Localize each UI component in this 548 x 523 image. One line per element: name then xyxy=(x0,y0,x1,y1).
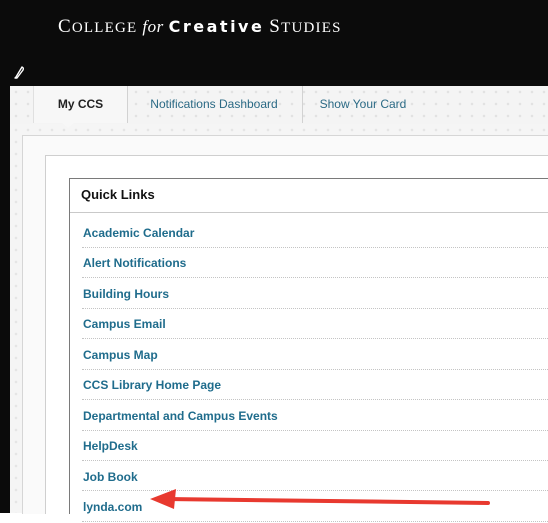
link-campus-email[interactable]: Campus Email xyxy=(83,317,166,331)
link-lynda-com[interactable]: lynda.com xyxy=(83,500,142,514)
tab-bar: My CCS Notifications Dashboard Show Your… xyxy=(10,86,548,124)
list-item: Academic Calendar xyxy=(82,218,548,248)
window-frame-left xyxy=(0,0,10,513)
logo-creative: Creative xyxy=(168,17,265,36)
logo-tudies: TUDIES xyxy=(281,20,342,36)
quick-links-list: Academic Calendar Alert Notifications Bu… xyxy=(82,218,548,523)
link-academic-calendar[interactable]: Academic Calendar xyxy=(83,226,194,240)
list-item: Campus Email xyxy=(82,309,548,340)
logo-letter-s: S xyxy=(269,16,282,37)
quick-links-title: Quick Links xyxy=(81,187,155,202)
list-item: Departmental and Campus Events xyxy=(82,401,548,431)
list-item: Campus Map xyxy=(82,340,548,370)
logo-for: for xyxy=(142,17,164,36)
list-item: HelpDesk xyxy=(82,431,548,461)
tab-show-your-card[interactable]: Show Your Card xyxy=(303,86,423,123)
link-ccs-library-home-page[interactable]: CCS Library Home Page xyxy=(83,378,221,392)
list-item: Building Hours xyxy=(82,279,548,309)
link-departmental-campus-events[interactable]: Departmental and Campus Events xyxy=(83,409,278,423)
link-campus-map[interactable]: Campus Map xyxy=(83,348,158,362)
site-header xyxy=(10,0,548,86)
pencil-icon[interactable] xyxy=(13,65,25,79)
list-item: Alert Notifications xyxy=(82,248,548,279)
link-alert-notifications[interactable]: Alert Notifications xyxy=(83,256,186,270)
title-divider xyxy=(70,212,548,213)
logo-ollege: OLLEGE xyxy=(71,20,138,36)
red-arrow-annotation xyxy=(150,489,490,509)
tab-my-ccs[interactable]: My CCS xyxy=(33,86,128,123)
link-job-book[interactable]: Job Book xyxy=(83,470,138,484)
college-logo[interactable]: COLLEGE for Creative STUDIES xyxy=(58,16,342,38)
active-tab-pointer xyxy=(61,122,75,128)
list-item: CCS Library Home Page xyxy=(82,370,548,401)
tab-notifications-dashboard[interactable]: Notifications Dashboard xyxy=(126,86,303,123)
link-helpdesk[interactable]: HelpDesk xyxy=(83,439,138,453)
link-building-hours[interactable]: Building Hours xyxy=(83,287,169,301)
logo-letter-c: C xyxy=(58,16,72,37)
